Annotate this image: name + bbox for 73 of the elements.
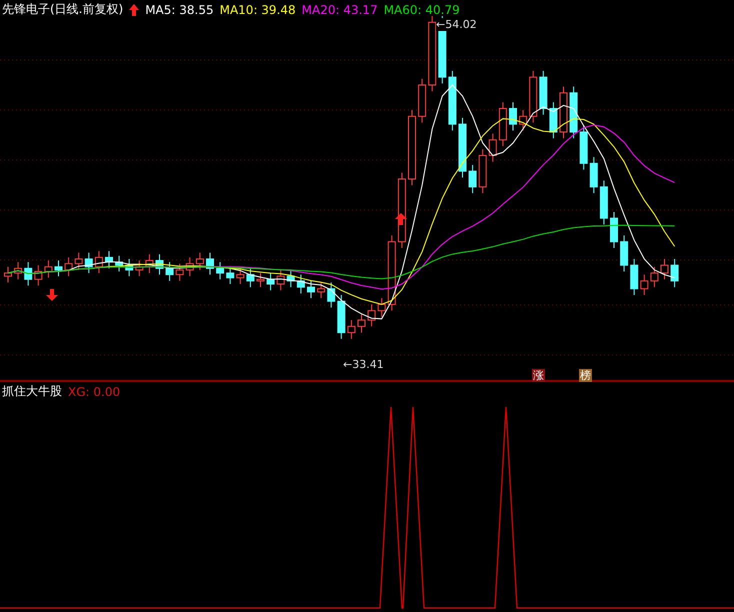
- candlestick: [640, 274, 648, 296]
- candlestick: [34, 264, 42, 286]
- candlestick: [256, 272, 264, 288]
- candlestick: [549, 102, 558, 139]
- candlestick: [560, 86, 568, 139]
- candlestick: [216, 262, 224, 280]
- candlestick: [74, 252, 83, 270]
- candlestick: [458, 117, 466, 178]
- candlestick: [156, 254, 164, 276]
- candlestick: [580, 125, 588, 170]
- candlestick: [337, 294, 346, 340]
- candlestick: [488, 133, 497, 162]
- stock-title: 先锋电子(日线.前复权): [2, 1, 124, 18]
- tag-label: 榜: [579, 369, 592, 382]
- candlestick: [630, 258, 638, 296]
- candlestick: [448, 70, 456, 131]
- candlestick: [670, 258, 679, 288]
- candlestick: [600, 180, 608, 225]
- candlestick: [650, 266, 658, 288]
- candlestick: [64, 256, 73, 277]
- candlestick: [347, 320, 356, 340]
- candlestick: [206, 252, 214, 276]
- candlestick: [94, 250, 103, 274]
- candlestick: [529, 70, 538, 124]
- candlestick: [509, 102, 517, 131]
- candlestick: [478, 148, 487, 194]
- candlestick: [620, 234, 628, 272]
- candlestick: [24, 262, 32, 286]
- indicator-reading: XG: 0.00: [68, 384, 120, 398]
- candlestick: [286, 269, 295, 288]
- candlestick: [378, 298, 386, 318]
- candlestick: [196, 252, 204, 270]
- candlestick: [125, 258, 134, 277]
- ma-reading: MA5: 38.55: [145, 2, 214, 16]
- tag-label: 涨: [532, 369, 545, 382]
- candlestick: [327, 282, 336, 308]
- candlestick: [105, 250, 113, 269]
- candlestick: [660, 258, 668, 280]
- candlestick: [115, 255, 124, 272]
- candlestick: [4, 266, 12, 283]
- candlestick: [296, 274, 305, 294]
- candlestick: [166, 262, 174, 282]
- candlestick: [368, 304, 376, 327]
- ma-reading: MA20: 43.17: [302, 2, 378, 16]
- candlestick: [570, 86, 578, 139]
- candlestick: [135, 260, 144, 277]
- candlestick: [468, 164, 477, 194]
- candlestick: [84, 252, 93, 274]
- candlestick: [307, 280, 315, 299]
- low-price-label: ←33.41: [343, 358, 384, 371]
- ma-reading: MA60: 40.79: [384, 2, 460, 16]
- candlestick: [176, 263, 184, 282]
- candlestick: [246, 268, 254, 288]
- candlestick: [186, 256, 194, 277]
- candlestick: [236, 268, 244, 285]
- candlestick: [610, 211, 618, 248]
- candlestick: [54, 260, 62, 277]
- candlestick: [317, 282, 326, 299]
- indicator-title: 抓住大牛股: [2, 383, 62, 400]
- candlestick: [539, 70, 548, 116]
- candlestick: [266, 272, 275, 291]
- candlestick: [519, 110, 528, 131]
- candlestick: [226, 266, 234, 285]
- candlestick: [590, 156, 598, 194]
- candlestick: [418, 78, 426, 124]
- high-price-label: ←54.02: [436, 18, 477, 31]
- candlestick: [145, 254, 154, 274]
- candlestick: [276, 269, 285, 291]
- candlestick: [44, 260, 52, 278]
- candlestick: [498, 102, 507, 147]
- ma-reading: MA10: 39.48: [220, 2, 296, 16]
- candlestick: [14, 262, 22, 280]
- candlestick: [358, 313, 366, 334]
